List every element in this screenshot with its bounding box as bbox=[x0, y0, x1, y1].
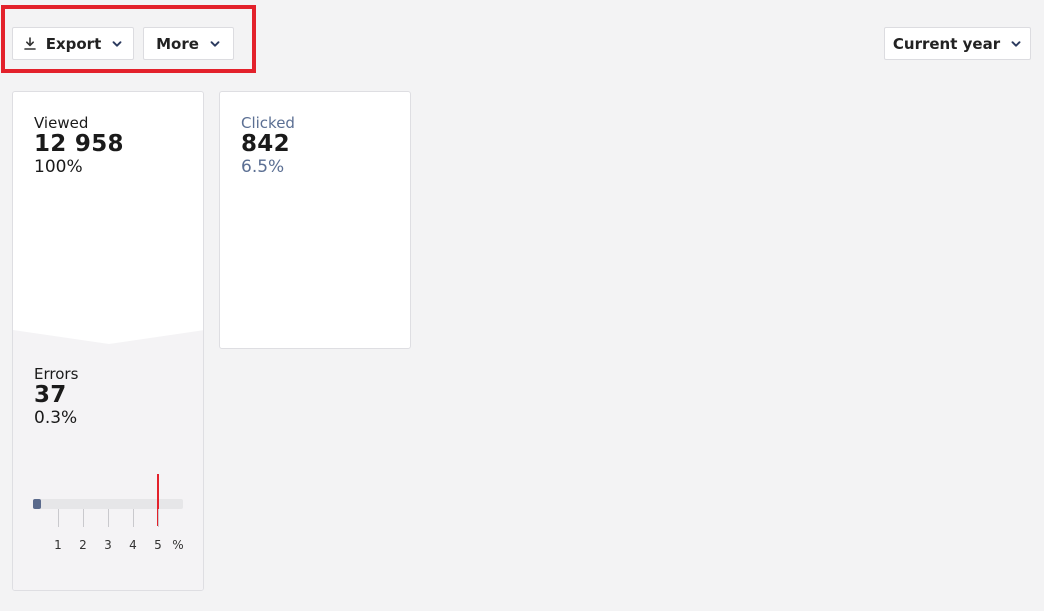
clicked-metric: Clicked 842 6.5% bbox=[241, 114, 295, 178]
errors-metric: Errors 37 0.3% bbox=[34, 365, 78, 429]
gauge-track bbox=[33, 499, 183, 509]
chevron-down-icon bbox=[112, 40, 122, 47]
more-label: More bbox=[156, 34, 199, 53]
viewed-card[interactable]: Viewed 12 958 100% Errors 37 0.3% 1 2 3 4 5% bbox=[12, 91, 204, 591]
clicked-label: Clicked bbox=[241, 114, 295, 132]
errors-value: 37 bbox=[34, 382, 67, 408]
clicked-card[interactable]: Clicked 842 6.5% bbox=[219, 91, 411, 349]
gauge-tick-label: 5 bbox=[154, 538, 162, 552]
gauge-fill bbox=[33, 499, 41, 509]
gauge-tick-label: 3 bbox=[104, 538, 112, 552]
gauge-tick bbox=[108, 509, 109, 527]
gauge-tick-label: 2 bbox=[79, 538, 87, 552]
clicked-value: 842 bbox=[241, 131, 290, 157]
download-icon bbox=[23, 36, 36, 50]
export-button[interactable]: Export bbox=[12, 27, 134, 60]
viewed-label: Viewed bbox=[34, 114, 89, 132]
errors-percent: 0.3% bbox=[34, 408, 78, 428]
export-label: Export bbox=[45, 34, 102, 53]
gauge-tick bbox=[83, 509, 84, 527]
gauge-unit-label: % bbox=[172, 538, 184, 552]
chevron-down-icon bbox=[210, 40, 220, 47]
errors-label: Errors bbox=[34, 365, 79, 383]
more-button[interactable]: More bbox=[143, 27, 234, 60]
error-rate-gauge: 1 2 3 4 5% bbox=[33, 472, 185, 562]
chevron-down-icon bbox=[1011, 40, 1021, 47]
viewed-metric: Viewed 12 958 100% bbox=[34, 114, 124, 178]
gauge-tick-label: 1 bbox=[54, 538, 62, 552]
gauge-tick-label: 4 bbox=[129, 538, 137, 552]
funnel-page: Export More Current year Viewed 12 958 1… bbox=[0, 0, 1044, 611]
viewed-percent: 100% bbox=[34, 157, 83, 177]
period-dropdown[interactable]: Current year bbox=[884, 27, 1031, 60]
gauge-tick bbox=[58, 509, 59, 527]
viewed-value: 12 958 bbox=[34, 131, 124, 157]
clicked-percent: 6.5% bbox=[241, 157, 285, 177]
period-label: Current year bbox=[892, 34, 1001, 53]
gauge-tick bbox=[158, 509, 159, 527]
gauge-tick bbox=[133, 509, 134, 527]
